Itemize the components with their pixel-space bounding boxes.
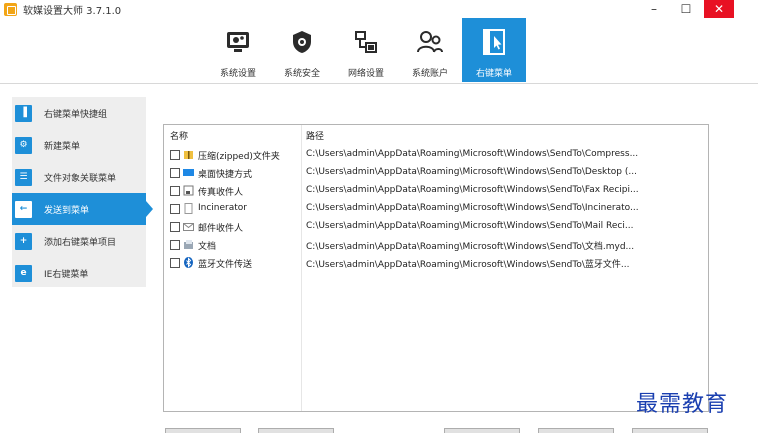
minimize-button[interactable]: – [640,0,668,18]
item-name: 压缩(zipped)文件夹 [198,152,280,162]
column-header-path[interactable]: 路径 [306,129,324,142]
sidebar-item-label: 文件对象关联菜单 [44,173,117,184]
item-path: C:\Users\admin\AppData\Roaming\Microsoft… [306,167,637,177]
tab-context-menu[interactable]: 右键菜单 [462,18,526,82]
fax-icon [183,185,194,196]
system-settings-icon [224,28,252,56]
item-checkbox[interactable] [170,150,180,160]
bottom-button[interactable] [258,428,334,433]
file-assoc-icon: ☰ [15,168,32,186]
tab-network-settings[interactable]: 网络设置 [334,18,398,82]
sidebar-item-label: 添加右键菜单项目 [44,237,117,248]
item-checkbox[interactable] [170,186,180,196]
sidebar-item-add-item[interactable]: + 添加右键菜单项目 [12,225,146,257]
list-item[interactable]: 桌面快捷方式 C:\Users\admin\AppData\Roaming\Mi… [164,164,708,182]
app-window: 软媒设置大师 3.7.1.0 – ☐ ✕ 系统设置 系统安全 网络设置 系统账户… [0,0,758,433]
item-name: Incinerator [198,203,247,213]
tab-label: 系统安全 [283,69,320,79]
item-path: C:\Users\admin\AppData\Roaming\Microsoft… [306,260,630,270]
item-checkbox[interactable] [170,240,180,250]
network-icon [352,28,380,56]
tab-system-security[interactable]: 系统安全 [270,18,334,82]
item-name: 邮件收件人 [198,224,244,234]
bottom-button[interactable] [165,428,241,433]
list-item[interactable]: 蓝牙文件传送 C:\Users\admin\AppData\Roaming\Mi… [164,254,708,272]
list-item[interactable]: 文档 C:\Users\admin\AppData\Roaming\Micros… [164,236,708,254]
sidebar-item-label: IE右键菜单 [44,269,89,280]
item-name: 桌面快捷方式 [198,170,253,180]
shield-icon [288,28,316,56]
desktop-icon [183,167,194,178]
bottom-button[interactable] [538,428,614,433]
mail-icon [183,221,194,232]
item-path: C:\Users\admin\AppData\Roaming\Microsoft… [306,203,639,213]
item-checkbox[interactable] [170,168,180,178]
send-to-list[interactable]: 名称 路径 压缩(zipped)文件夹 C:\Users\admin\AppDa… [163,124,709,412]
sidebar-item-file-assoc[interactable]: ☰ 文件对象关联菜单 [12,161,146,193]
tab-label: 系统账户 [411,69,448,79]
zip-folder-icon [183,149,194,160]
item-path: C:\Users\admin\AppData\Roaming\Microsoft… [306,221,634,231]
main-toolbar: 系统设置 系统安全 网络设置 系统账户 右键菜单 [0,18,758,84]
ie-icon: e [15,264,32,282]
item-path: C:\Users\admin\AppData\Roaming\Microsoft… [306,149,639,159]
sidebar-item-ie-menu[interactable]: e IE右键菜单 [12,257,146,289]
new-menu-icon: ⚙ [15,136,32,154]
menu-group-icon: ▐ [15,104,32,122]
tab-label: 系统设置 [219,69,256,79]
tab-system-settings[interactable]: 系统设置 [206,18,270,82]
tab-label: 网络设置 [347,69,384,79]
item-path: C:\Users\admin\AppData\Roaming\Microsoft… [306,242,635,252]
bluetooth-icon [183,257,194,268]
tab-system-accounts[interactable]: 系统账户 [398,18,462,82]
sidebar-item-label: 右键菜单快捷组 [44,109,108,120]
item-name: 蓝牙文件传送 [198,260,253,270]
item-name: 文档 [198,242,217,252]
app-logo-icon [4,2,17,16]
item-checkbox[interactable] [170,204,180,214]
item-checkbox[interactable] [170,258,180,268]
documents-icon [183,239,194,250]
blank-file-icon [183,203,194,214]
list-item[interactable]: Incinerator C:\Users\admin\AppData\Roami… [164,200,708,218]
bottom-button[interactable] [632,428,708,433]
add-icon: + [15,232,32,250]
sidebar-item-new-menu[interactable]: ⚙ 新建菜单 [12,129,146,161]
bottom-button[interactable] [444,428,520,433]
active-indicator-arrow [146,201,153,217]
item-path: C:\Users\admin\AppData\Roaming\Microsoft… [306,185,639,195]
sidebar-item-label: 发送到菜单 [44,205,90,216]
column-header-name[interactable]: 名称 [170,129,188,142]
users-icon [416,28,444,56]
sidebar-item-send-to[interactable]: ← 发送到菜单 [12,193,153,225]
list-item[interactable]: 压缩(zipped)文件夹 C:\Users\admin\AppData\Roa… [164,146,708,164]
item-checkbox[interactable] [170,222,180,232]
tab-label: 右键菜单 [475,69,512,79]
window-title: 软媒设置大师 3.7.1.0 [23,5,122,17]
cursor-icon [480,28,508,56]
sidebar: ▐ 右键菜单快捷组 ⚙ 新建菜单 ☰ 文件对象关联菜单 ← 发送到菜单 + 添加… [12,97,153,289]
sidebar-item-menu-group[interactable]: ▐ 右键菜单快捷组 [12,97,146,129]
close-button[interactable]: ✕ [704,0,734,18]
sidebar-item-label: 新建菜单 [44,141,81,152]
list-item[interactable]: 邮件收件人 C:\Users\admin\AppData\Roaming\Mic… [164,218,708,236]
item-name: 传真收件人 [198,188,244,198]
send-to-icon: ← [15,200,32,218]
maximize-button[interactable]: ☐ [672,0,700,18]
watermark-text: 最需教育 [636,392,729,417]
list-item[interactable]: 传真收件人 C:\Users\admin\AppData\Roaming\Mic… [164,182,708,200]
